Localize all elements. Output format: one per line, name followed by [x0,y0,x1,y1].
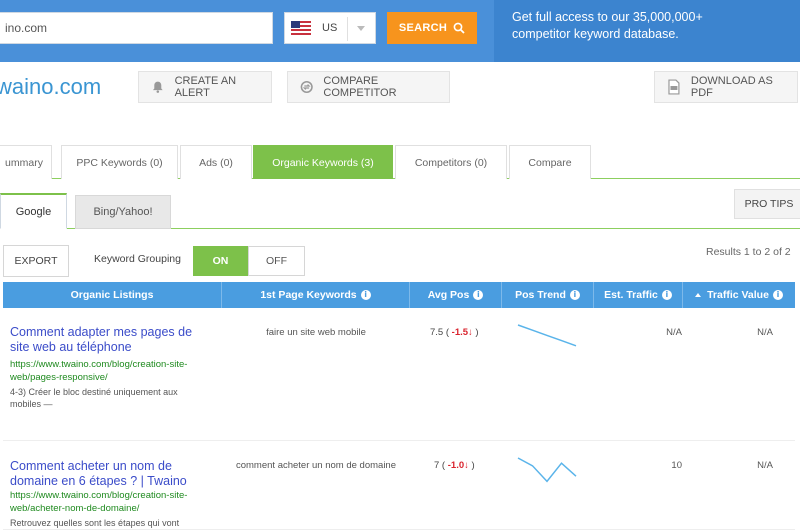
tab-ppc-keywords[interactable]: PPC Keywords (0) [61,145,178,179]
pos-delta: -1.5 [451,327,469,338]
promo-banner[interactable]: Get full access to our 35,000,000+ compe… [494,0,800,62]
results-count: Results 1 to 2 of 2 [706,246,791,258]
info-icon[interactable]: i [772,290,783,300]
bell-icon [152,81,163,93]
tab-bing-yahoo[interactable]: Bing/Yahoo! [75,195,171,229]
col-label: Traffic Value [707,289,769,301]
tab-competitors[interactable]: Competitors (0) [395,145,507,179]
avg-pos-cell: 7 ( -1.0↓ ) [434,460,475,471]
col-label: Avg Pos [427,289,470,301]
keyword-cell[interactable]: comment acheter un nom de domaine [222,460,410,471]
listing-description: Retrouvez quelles sont les étapes qui vo… [10,518,180,528]
engine-tabs: Google Bing/Yahoo! [0,193,800,229]
promo-line-1: Get full access to our 35,000,000+ [512,10,703,24]
arrow-down-icon: ↓ [464,460,469,471]
avg-pos-value: 7.5 [430,327,444,338]
promo-line-2: competitor keyword database. [512,27,679,41]
info-icon[interactable]: i [473,290,484,300]
tab-google[interactable]: Google [0,193,67,229]
keyword-grouping-label: Keyword Grouping [94,253,181,265]
grouping-on-toggle[interactable]: ON [193,246,248,276]
trend-line [517,457,577,483]
info-icon[interactable]: i [569,290,580,300]
keyword-cell[interactable]: faire un site web mobile [222,327,410,338]
country-select[interactable]: US [284,12,376,44]
listing-title-link[interactable]: Comment adapter mes pages de site web au… [10,325,210,355]
col-avg-pos[interactable]: Avg Pos i [410,282,502,308]
table-header: Organic Listings 1st Page Keywords i Avg… [3,282,795,308]
tab-ads[interactable]: Ads (0) [180,145,252,179]
compare-competitor-button[interactable]: COMPARE COMPETITOR [287,71,450,103]
trend-line [517,324,577,347]
create-alert-button[interactable]: CREATE AN ALERT [138,71,272,103]
col-first-page-keywords[interactable]: 1st Page Keywords i [222,282,410,308]
search-button[interactable]: SEARCH [387,12,477,44]
traffic-value-cell: N/A [757,327,773,338]
avg-pos-cell: 7.5 ( -1.5↓ ) [430,327,479,338]
pos-trend-sparkline [517,457,577,483]
info-icon[interactable]: i [360,290,371,300]
domain-search-input[interactable]: ino.com [0,12,273,44]
info-icon[interactable]: i [661,290,672,300]
listing-description: 4-3) Créer le bloc destiné uniquement au… [10,387,178,409]
sort-ascending-icon[interactable] [695,293,702,297]
table-row: Comment acheter un nom de domaine en 6 é… [3,441,795,530]
search-icon [453,22,465,34]
col-label: Organic Listings [70,289,154,301]
col-label: Est. Traffic [604,289,658,301]
tab-compare[interactable]: Compare [509,145,591,179]
search-button-label: SEARCH [398,22,448,34]
arrow-down-icon: ↓ [468,327,473,338]
col-est-traffic[interactable]: Est. Traffic i [594,282,683,308]
est-traffic-cell: 10 [671,460,682,471]
country-label: US [322,22,338,34]
listing-url[interactable]: https://www.twaino.com/blog/creation-sit… [10,489,210,515]
col-organic-listings: Organic Listings [3,282,222,308]
tab-organic-keywords[interactable]: Organic Keywords (3) [253,145,393,179]
pos-trend-sparkline [517,324,577,347]
pro-tips-button[interactable]: PRO TIPS [734,189,800,219]
est-traffic-cell: N/A [666,327,682,338]
grouping-off-toggle[interactable]: OFF [248,246,305,276]
traffic-value-cell: N/A [757,460,773,471]
download-pdf-button[interactable]: DOWNLOAD AS PDF [654,71,798,103]
us-flag-icon [291,21,311,35]
create-alert-label: CREATE AN ALERT [174,75,237,99]
compare-arrows-icon [300,80,313,94]
col-pos-trend[interactable]: Pos Trend i [502,282,594,308]
compare-competitor-label: COMPARE COMPETITOR [323,75,397,99]
pdf-document-icon [668,79,680,95]
pos-delta: -1.0 [447,460,465,471]
col-label: 1st Page Keywords [260,289,357,301]
col-traffic-value[interactable]: Traffic Value i [683,282,795,308]
download-pdf-label: DOWNLOAD AS PDF [690,75,773,99]
country-divider [347,17,348,41]
site-title: waino.com [0,74,102,99]
table-row: Comment adapter mes pages de site web au… [3,308,795,441]
export-button[interactable]: EXPORT [3,245,69,277]
listing-url[interactable]: https://www.twaino.com/blog/creation-sit… [10,358,210,384]
col-label: Pos Trend [515,289,566,301]
chevron-down-icon [357,26,365,31]
report-tabs: ummary PPC Keywords (0) Ads (0) Organic … [0,145,800,179]
top-search-bar: ino.com US SEARCH Get full access to our… [0,0,800,62]
listing-title-link[interactable]: Comment acheter un nom de domaine en 6 é… [10,459,210,489]
tab-summary[interactable]: ummary [0,145,52,179]
avg-pos-value: 7 [434,460,440,471]
